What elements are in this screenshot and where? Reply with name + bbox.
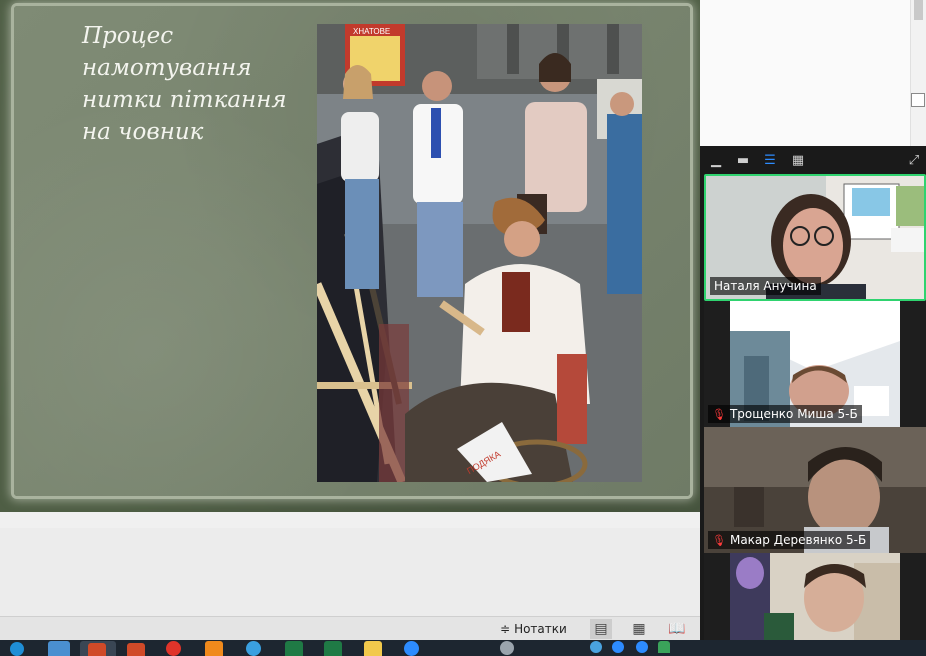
checkbox[interactable] [911, 93, 925, 107]
muted-mic-icon: 🎙 [712, 533, 726, 547]
excel-icon-2[interactable] [324, 641, 342, 656]
participant-tile[interactable] [704, 553, 926, 640]
slide[interactable]: Процес намотування нитки піткання на чов… [0, 0, 700, 512]
slide-scroll-strip [0, 512, 700, 529]
explorer-icon[interactable] [48, 641, 70, 656]
slide-sorter-icon[interactable]: ▦ [628, 619, 650, 639]
powerpoint-icon[interactable] [88, 643, 106, 656]
slide-title: Процес намотування нитки піткання на чов… [82, 23, 287, 145]
zoom-panel: ▁ ▬ ☰ ▦ ⤢ Наталя Анучина 🎙 Трощенко Миша… [700, 146, 926, 640]
notes-icon: ≑ [500, 622, 511, 636]
minimize-icon[interactable]: ▁ [708, 152, 724, 168]
status-bar: ≑ Нотатки ▤ ▦ 📖 [0, 616, 700, 641]
participant-tile[interactable]: 🎙 Макар Деревянко 5-Б [704, 427, 926, 553]
scrollbar[interactable] [910, 0, 926, 146]
normal-view-icon[interactable]: ▤ [590, 619, 612, 639]
scrollbar-thumb[interactable] [914, 0, 923, 20]
speaker-view-icon[interactable]: ☰ [762, 152, 778, 168]
folder-icon[interactable] [364, 641, 382, 656]
reading-view-icon[interactable]: 📖 [666, 619, 688, 639]
tray-icon[interactable] [636, 641, 648, 653]
weaving-photo: ХНАТОВЕ ПОДЯКА [317, 24, 642, 482]
zoom-toolbar: ▁ ▬ ☰ ▦ ⤢ [700, 146, 926, 174]
notes-label: Нотатки [514, 622, 567, 636]
participant-name-label: 🎙 Макар Деревянко 5-Б [708, 531, 871, 549]
globe-icon[interactable] [246, 641, 261, 656]
presentation-window: Процес намотування нитки піткання на чов… [0, 0, 700, 641]
system-tray-icon[interactable] [500, 641, 514, 655]
tray-icon[interactable] [590, 641, 602, 653]
thumbnail-view-icon[interactable]: ▬ [735, 152, 751, 168]
chrome-icon[interactable] [166, 641, 181, 656]
zoom-icon[interactable] [404, 641, 419, 656]
draw-icon[interactable] [205, 641, 223, 656]
muted-mic-icon: 🎙 [712, 407, 726, 421]
participant-name-label: Наталя Анучина [710, 277, 821, 295]
tray-icon[interactable] [612, 641, 624, 653]
participant-tile-active[interactable]: Наталя Анучина [704, 174, 926, 301]
excel-icon[interactable] [285, 641, 303, 656]
powerpoint-icon-2[interactable] [127, 643, 145, 656]
fullscreen-icon[interactable]: ⤢ [906, 152, 922, 168]
tray-icon[interactable] [658, 641, 670, 653]
participant-tile[interactable]: 🎙 Трощенко Миша 5-Б [704, 301, 926, 427]
gallery-view-icon[interactable]: ▦ [790, 152, 806, 168]
notes-pane[interactable] [0, 528, 700, 616]
taskbar [0, 640, 926, 656]
background-window [700, 0, 926, 146]
notes-button[interactable]: ≑ Нотатки [500, 620, 567, 638]
participant-name-label: 🎙 Трощенко Миша 5-Б [708, 405, 862, 423]
edge-icon[interactable] [10, 642, 24, 656]
poster-sign-text: ХНАТОВЕ [353, 27, 390, 36]
